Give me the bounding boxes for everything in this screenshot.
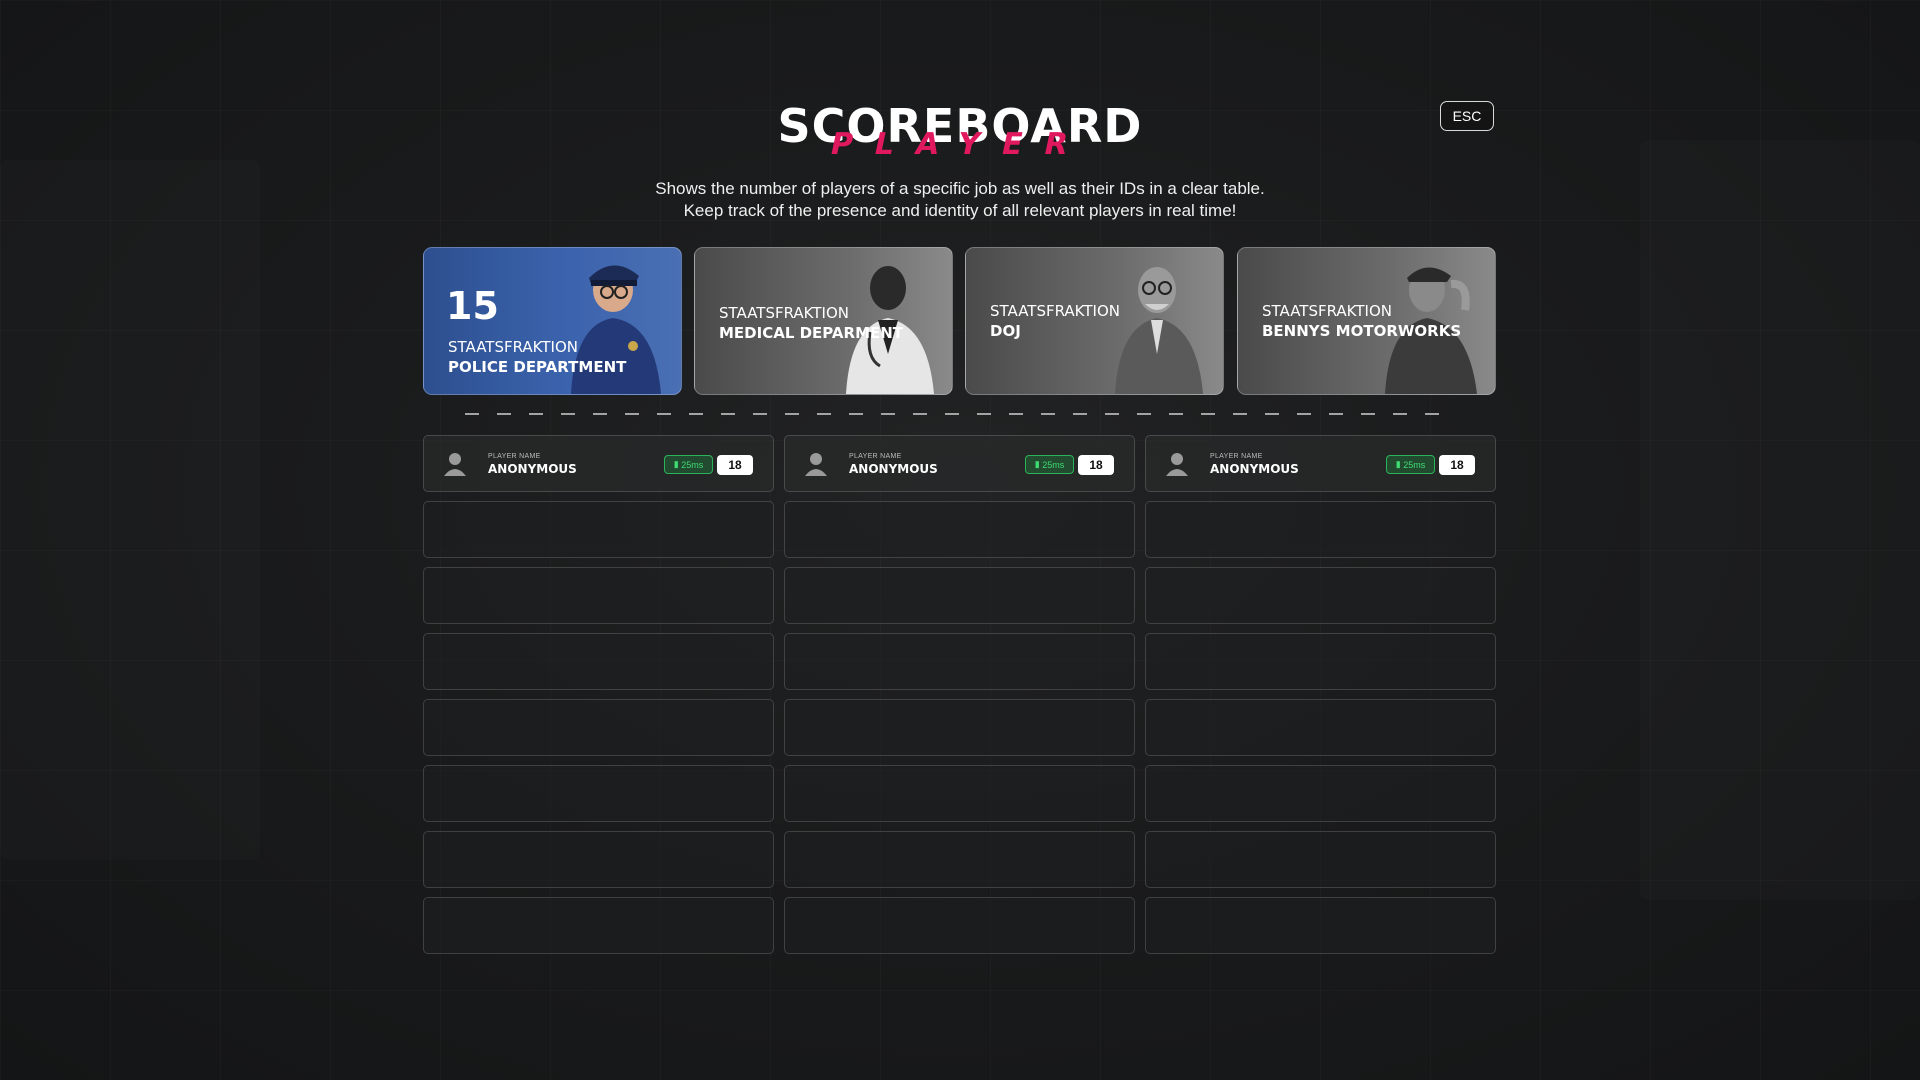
empty-slot bbox=[784, 699, 1135, 756]
faction-card-bennys[interactable]: STAATSFRAKTION BENNYS MOTORWORKS bbox=[1237, 247, 1496, 395]
faction-card-doj[interactable]: STAATSFRAKTION DOJ bbox=[965, 247, 1224, 395]
player-id-badge: 18 bbox=[1439, 455, 1475, 475]
esc-button[interactable]: ESC bbox=[1440, 101, 1494, 131]
signal-icon: ▮ bbox=[1395, 459, 1404, 469]
ping-badge: ▮ 25ms bbox=[664, 455, 713, 474]
faction-type: STAATSFRAKTION bbox=[1262, 302, 1392, 320]
user-icon bbox=[444, 453, 466, 476]
player-id-badge: 18 bbox=[1078, 455, 1114, 475]
empty-slot bbox=[784, 831, 1135, 888]
empty-slot bbox=[1145, 501, 1496, 558]
faction-count: 15 bbox=[446, 284, 499, 328]
player-name-label: PLAYER NAME bbox=[849, 453, 902, 460]
player-id-badge: 18 bbox=[717, 455, 753, 475]
faction-name: BENNYS MOTORWORKS bbox=[1262, 322, 1462, 340]
faction-card-medical[interactable]: STAATSFRAKTION MEDICAL DEPARMENT bbox=[694, 247, 953, 395]
empty-slot bbox=[784, 567, 1135, 624]
faction-type: STAATSFRAKTION bbox=[990, 302, 1120, 320]
empty-slot bbox=[1145, 897, 1496, 954]
faction-name: MEDICAL DEPARMENT bbox=[719, 324, 904, 342]
player-slot[interactable]: PLAYER NAME ANONYMOUS ▮ 25ms 18 bbox=[423, 435, 774, 492]
empty-slot bbox=[1145, 765, 1496, 822]
ping-badge: ▮ 25ms bbox=[1386, 455, 1435, 474]
ping-badge: ▮ 25ms bbox=[1025, 455, 1074, 474]
empty-slot bbox=[1145, 699, 1496, 756]
ping-value: 25ms bbox=[1042, 459, 1065, 470]
page-subtitle: PLAYER bbox=[826, 127, 1094, 162]
player-slot[interactable]: PLAYER NAME ANONYMOUS ▮ 25ms 18 bbox=[784, 435, 1135, 492]
player-name: ANONYMOUS bbox=[488, 462, 577, 476]
background-shape-right bbox=[1640, 140, 1920, 900]
player-name-label: PLAYER NAME bbox=[488, 453, 541, 460]
empty-slot bbox=[423, 501, 774, 558]
empty-slot bbox=[1145, 633, 1496, 690]
background-shape-left bbox=[0, 160, 260, 860]
empty-slot bbox=[784, 897, 1135, 954]
empty-slot bbox=[784, 501, 1135, 558]
player-name-label: PLAYER NAME bbox=[1210, 453, 1263, 460]
user-icon bbox=[805, 453, 827, 476]
empty-slot bbox=[423, 831, 774, 888]
ping-value: 25ms bbox=[1403, 459, 1426, 470]
empty-slot bbox=[1145, 567, 1496, 624]
faction-type: STAATSFRAKTION bbox=[719, 304, 849, 322]
player-slot[interactable]: PLAYER NAME ANONYMOUS ▮ 25ms 18 bbox=[1145, 435, 1496, 492]
player-name: ANONYMOUS bbox=[1210, 462, 1299, 476]
description: Shows the number of players of a specifi… bbox=[0, 178, 1920, 222]
faction-type: STAATSFRAKTION bbox=[448, 338, 578, 356]
ping-value: 25ms bbox=[681, 459, 704, 470]
empty-slot bbox=[1145, 831, 1496, 888]
signal-icon: ▮ bbox=[673, 459, 682, 469]
signal-icon: ▮ bbox=[1034, 459, 1043, 469]
faction-cards: 15 STAATSFRAKTION POLICE DEPARTMENT STAA… bbox=[423, 247, 1496, 395]
divider-dashed bbox=[465, 413, 1455, 415]
empty-slot bbox=[423, 765, 774, 822]
player-name: ANONYMOUS bbox=[849, 462, 938, 476]
empty-slot bbox=[423, 897, 774, 954]
faction-name: DOJ bbox=[990, 322, 1021, 340]
user-icon bbox=[1166, 453, 1188, 476]
faction-name: POLICE DEPARTMENT bbox=[448, 358, 627, 376]
description-line-2: Keep track of the presence and identity … bbox=[683, 201, 1237, 220]
empty-slot bbox=[423, 699, 774, 756]
judge-icon bbox=[1115, 267, 1203, 394]
empty-slot bbox=[784, 765, 1135, 822]
faction-card-police[interactable]: 15 STAATSFRAKTION POLICE DEPARTMENT bbox=[423, 247, 682, 395]
empty-slot bbox=[423, 633, 774, 690]
description-line-1: Shows the number of players of a specifi… bbox=[655, 179, 1265, 198]
empty-slot bbox=[423, 567, 774, 624]
empty-slot bbox=[784, 633, 1135, 690]
